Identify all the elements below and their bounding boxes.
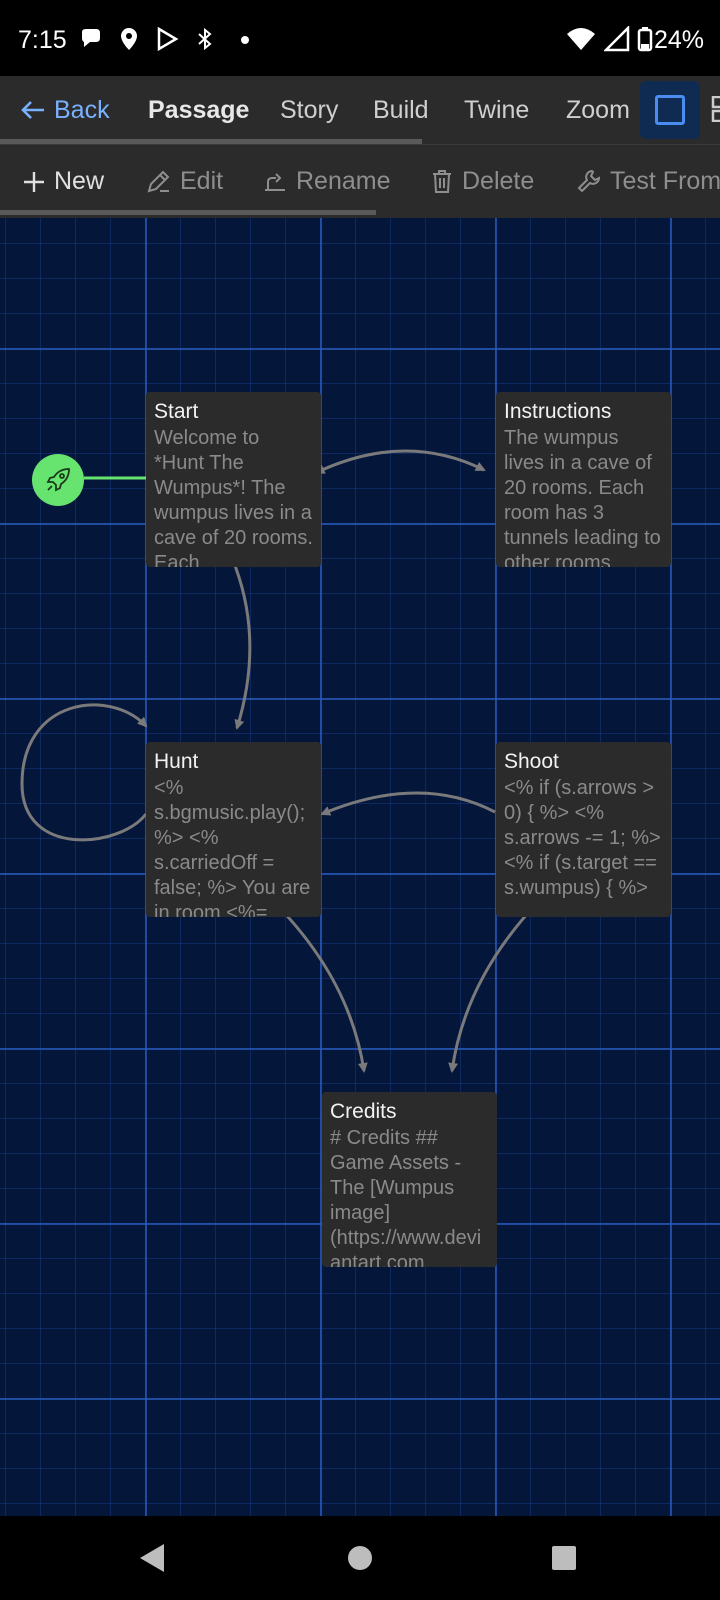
rename-button[interactable]: Rename — [262, 167, 391, 196]
passage-title: Start — [154, 400, 199, 423]
delete-button[interactable]: Delete — [430, 167, 534, 196]
tab-story[interactable]: Story — [280, 96, 338, 125]
play-store-icon — [157, 26, 179, 52]
rename-icon — [265, 173, 285, 191]
back-label: Back — [54, 96, 110, 124]
battery-percent: 24% — [653, 26, 704, 54]
rename-label: Rename — [296, 167, 391, 195]
pencil-icon — [147, 170, 170, 193]
grid-icon[interactable] — [710, 96, 720, 122]
passage-card-instructions[interactable]: Instructions The wumpus lives in a cave … — [496, 392, 671, 567]
back-arrow-icon — [21, 101, 44, 119]
plus-icon — [24, 172, 44, 192]
passage-card-hunt[interactable]: Hunt <% s.bgmusic.play(); %> <% s.carrie… — [146, 742, 321, 917]
nav-back-icon[interactable] — [138, 1542, 166, 1574]
wrench-icon — [577, 169, 601, 193]
story-start-marker[interactable] — [32, 454, 84, 506]
test-from-button[interactable]: Test From — [576, 167, 720, 196]
status-time: 7:15 — [18, 26, 67, 54]
rocket-icon — [46, 468, 70, 492]
back-button[interactable]: Back — [20, 96, 110, 125]
tab-build[interactable]: Build — [373, 96, 429, 125]
wifi-icon — [567, 28, 595, 50]
tab-bar: Back Passage Story Build Twine Zoom — [0, 76, 720, 144]
nav-home-icon[interactable] — [346, 1544, 374, 1572]
link-start-hunt — [230, 557, 252, 730]
status-bar: 7:15 24% — [0, 0, 720, 76]
passage-excerpt: <% s.bgmusic.play(); %> <% s.carriedOff … — [154, 777, 311, 917]
dot-icon — [241, 36, 249, 44]
edit-label: Edit — [180, 167, 224, 195]
test-from-label: Test From — [610, 167, 720, 195]
tab-twine[interactable]: Twine — [464, 96, 529, 125]
passage-card-shoot[interactable]: Shoot <% if (s.arrows > 0) { %> <% s.arr… — [496, 742, 671, 917]
system-nav-bar — [0, 1516, 720, 1600]
new-button[interactable]: New — [22, 167, 104, 196]
chat-bubble-icon — [82, 29, 100, 47]
toolbar-scrollbar[interactable] — [0, 210, 376, 215]
link-hunt-hunt — [20, 703, 148, 842]
delete-label: Delete — [462, 167, 535, 195]
link-hunt-credits — [270, 898, 368, 1073]
battery-icon — [637, 27, 653, 52]
passage-card-credits[interactable]: Credits # Credits ## Game Assets - The [… — [322, 1092, 497, 1267]
bluetooth-icon — [198, 27, 212, 51]
nav-recents-icon[interactable] — [550, 1544, 578, 1572]
story-map-canvas[interactable]: Start Welcome to *Hunt The Wumpus*! The … — [0, 218, 720, 1516]
passage-card-start[interactable]: Start Welcome to *Hunt The Wumpus*! The … — [146, 392, 321, 567]
link-shoot-credits — [448, 898, 542, 1073]
trash-icon — [433, 170, 451, 193]
passage-excerpt: <% if (s.arrows > 0) { %> <% s.arrows -=… — [504, 777, 661, 899]
link-shoot-hunt — [320, 791, 496, 816]
passage-toolbar: New Edit Rename Delete Test From — [0, 144, 720, 219]
square-icon — [655, 95, 685, 125]
passage-title: Credits — [330, 1100, 397, 1123]
passage-excerpt: The wumpus lives in a cave of 20 rooms. … — [504, 427, 661, 567]
new-label: New — [54, 167, 105, 195]
location-pin-icon — [121, 28, 137, 50]
link-start-instructions — [314, 449, 486, 474]
edit-button[interactable]: Edit — [146, 167, 223, 196]
passage-excerpt: Welcome to *Hunt The Wumpus*! The wumpus… — [154, 427, 313, 567]
passage-excerpt: # Credits ## Game Assets - The [Wumpus i… — [330, 1127, 482, 1267]
zoom-passage-view-button[interactable] — [640, 81, 700, 139]
passage-title: Hunt — [154, 750, 199, 773]
tab-zoom[interactable]: Zoom — [566, 96, 630, 125]
passage-title: Instructions — [504, 400, 612, 423]
tab-passage[interactable]: Passage — [148, 96, 249, 125]
passage-title: Shoot — [504, 750, 559, 773]
cell-signal-icon — [604, 26, 630, 52]
